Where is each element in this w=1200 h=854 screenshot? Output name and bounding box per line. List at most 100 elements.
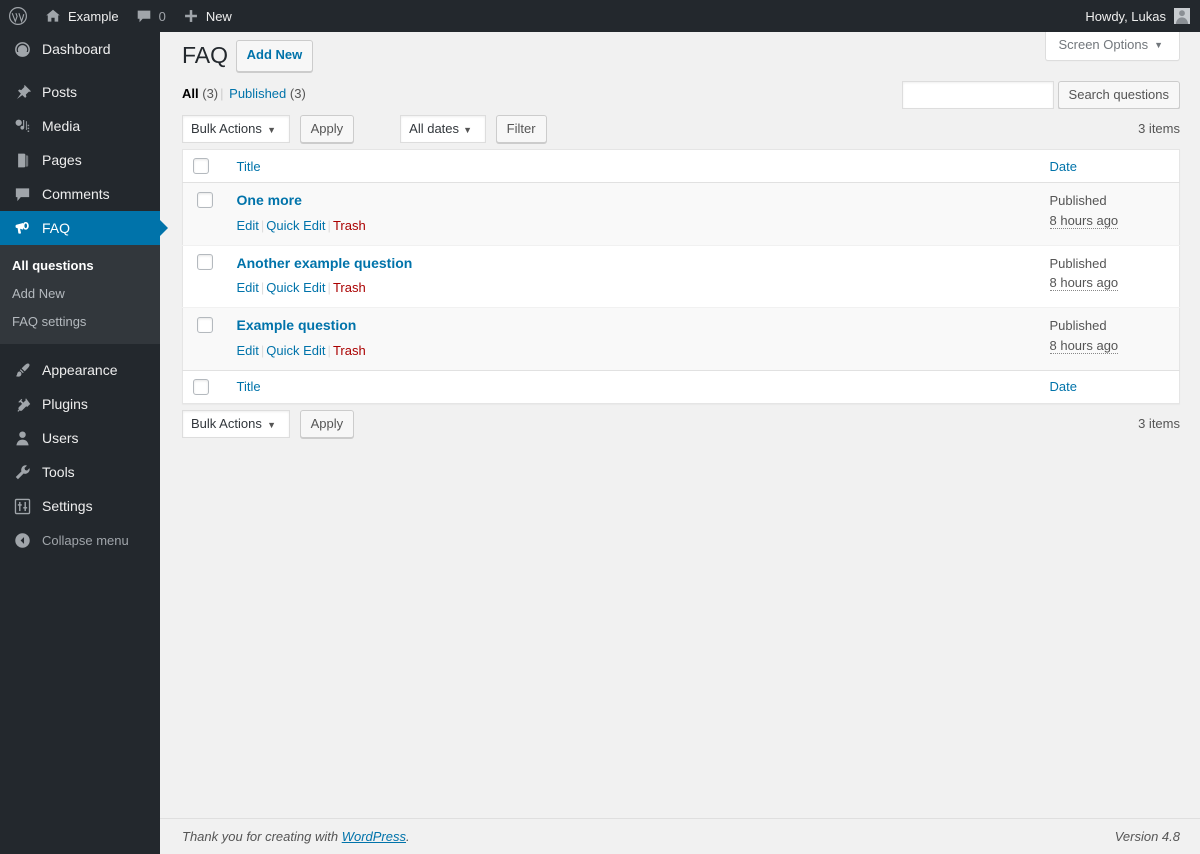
submenu-item-all-questions[interactable]: All questions xyxy=(0,252,160,280)
apply-button-bottom[interactable]: Apply xyxy=(299,410,355,439)
row-date-cell: Published 8 hours ago xyxy=(1039,244,1180,308)
sidebar-item-comments[interactable]: Comments xyxy=(0,177,160,211)
view-item-published: Published (3) xyxy=(229,86,306,101)
sidebar-item-label: Comments xyxy=(42,186,110,202)
search-submit-button[interactable]: Search questions xyxy=(1057,80,1180,109)
row-action-edit[interactable]: Edit xyxy=(237,218,259,233)
screen-meta-toggle: Screen Options ▼ xyxy=(1045,32,1180,61)
sidebar-item-posts[interactable]: Posts xyxy=(0,75,160,109)
table-foot: Title Date xyxy=(182,369,1180,404)
row-action-edit[interactable]: Edit xyxy=(237,343,259,358)
sidebar-item-settings[interactable]: Settings xyxy=(0,489,160,523)
footer-thankyou: Thank you for creating with WordPress. xyxy=(182,829,410,844)
view-link-all[interactable]: All xyxy=(182,86,199,101)
row-action-quick-edit[interactable]: Quick Edit xyxy=(266,280,325,295)
date-filter-select[interactable]: All dates ▼ xyxy=(400,114,487,143)
row-title-link[interactable]: One more xyxy=(237,192,302,208)
row-date: 8 hours ago xyxy=(1049,275,1119,292)
sidebar-item-appearance[interactable]: Appearance xyxy=(0,353,160,387)
sidebar-separator xyxy=(0,344,160,353)
row-checkbox[interactable] xyxy=(197,254,213,271)
pin-icon xyxy=(12,82,32,102)
row-title-cell: One more Edit | Quick Edit | Trash xyxy=(227,183,1040,245)
column-footer-title: Title xyxy=(226,369,1040,404)
page-title: FAQ xyxy=(182,42,229,68)
greeting-label: Howdy, Lukas xyxy=(1085,8,1166,24)
row-status: Published xyxy=(1049,318,1107,334)
sort-link-date-top[interactable]: Date xyxy=(1050,159,1077,174)
sort-link-title-bottom[interactable]: Title xyxy=(237,379,261,394)
my-account-menu[interactable]: Howdy, Lukas xyxy=(1085,8,1200,24)
sidebar-item-label: FAQ xyxy=(42,220,71,236)
bulk-actions-value-top: Bulk Actions xyxy=(182,114,290,143)
select-all-footer xyxy=(182,369,227,404)
submenu-item-add-new[interactable]: Add New xyxy=(0,280,160,308)
tablenav-bottom-actions: Bulk Actions ▼ Apply xyxy=(182,410,355,439)
filter-button[interactable]: Filter xyxy=(495,114,547,143)
sort-link-date-bottom[interactable]: Date xyxy=(1050,379,1077,394)
select-all-header xyxy=(182,149,227,184)
plus-icon xyxy=(182,7,200,25)
sidebar-item-label: Appearance xyxy=(42,362,118,378)
view-count-published: (3) xyxy=(289,85,306,101)
add-new-button[interactable]: Add New xyxy=(235,40,314,72)
sidebar-item-label: Pages xyxy=(42,152,82,168)
row-title-link[interactable]: Example question xyxy=(237,317,357,333)
view-count-all: (3) xyxy=(202,85,219,101)
row-title-cell: Another example question Edit | Quick Edit… xyxy=(226,244,1040,308)
wordpress-link[interactable]: WordPress xyxy=(342,829,406,844)
view-link-published[interactable]: Published xyxy=(229,86,286,101)
bulk-actions-select-bottom[interactable]: Bulk Actions ▼ xyxy=(182,410,290,439)
megaphone-icon xyxy=(12,218,32,238)
sidebar-item-label: Settings xyxy=(42,498,93,514)
collapse-menu-button[interactable]: Collapse menu xyxy=(0,523,160,557)
sidebar-item-media[interactable]: Media xyxy=(0,109,160,143)
tablenav-top: Bulk Actions ▼ Apply All dates ▼ Filter … xyxy=(182,114,1180,145)
item-count-bottom: 3 items xyxy=(1138,416,1180,432)
bulk-actions-select-top[interactable]: Bulk Actions ▼ xyxy=(182,114,290,143)
site-name-menu[interactable]: Example xyxy=(36,0,127,32)
submenu-item-faq-settings[interactable]: FAQ settings xyxy=(0,308,160,336)
row-action-trash[interactable]: Trash xyxy=(333,280,366,295)
wp-logo-menu[interactable] xyxy=(0,0,36,32)
comments-menu[interactable]: 0 xyxy=(127,0,174,32)
search-input[interactable] xyxy=(901,80,1054,109)
sort-link-title-top[interactable]: Title xyxy=(237,159,261,174)
row-actions: Edit | Quick Edit | Trash xyxy=(237,216,1030,237)
row-checkbox[interactable] xyxy=(197,191,213,208)
view-separator: | xyxy=(220,85,224,101)
main-content: Screen Options ▼ FAQ Add New All (3) | Pub… xyxy=(160,32,1200,854)
footer-thanks-suffix: . xyxy=(406,829,410,844)
sidebar-item-faq[interactable]: FAQ xyxy=(0,211,168,245)
row-action-trash[interactable]: Trash xyxy=(333,218,366,233)
apply-button-top[interactable]: Apply xyxy=(299,114,355,143)
new-content-menu[interactable]: New xyxy=(174,0,240,32)
wpbody: FAQ Add New All (3) | Published (3) Searc… xyxy=(160,32,1200,440)
table-header-row: Title Date xyxy=(182,149,1180,184)
row-checkbox[interactable] xyxy=(197,316,213,333)
table-body: One more Edit | Quick Edit | Trash Published… xyxy=(182,182,1180,371)
sidebar-item-pages[interactable]: Pages xyxy=(0,143,160,177)
row-action-quick-edit[interactable]: Quick Edit xyxy=(266,343,325,358)
sidebar-item-dashboard[interactable]: Dashboard xyxy=(0,32,160,66)
home-icon xyxy=(44,7,62,25)
sidebar-item-plugins[interactable]: Plugins xyxy=(0,387,160,421)
row-actions: Edit | Quick Edit | Trash xyxy=(237,341,1030,362)
select-all-checkbox-bottom[interactable] xyxy=(193,379,209,396)
row-title-link[interactable]: Another example question xyxy=(237,255,413,271)
screen-options-tab[interactable]: Screen Options ▼ xyxy=(1045,32,1180,61)
row-action-trash[interactable]: Trash xyxy=(333,343,366,358)
sliders-icon xyxy=(12,496,32,516)
column-footer-date: Date xyxy=(1039,369,1180,404)
sidebar-item-tools[interactable]: Tools xyxy=(0,455,160,489)
chevron-down-icon: ▼ xyxy=(1154,40,1163,50)
row-action-quick-edit[interactable]: Quick Edit xyxy=(266,218,325,233)
select-all-checkbox-top[interactable] xyxy=(193,158,209,175)
sidebar-item-users[interactable]: Users xyxy=(0,421,160,455)
row-status: Published xyxy=(1049,193,1107,209)
admin-footer: Thank you for creating with WordPress. V… xyxy=(160,818,1200,854)
media-icon xyxy=(12,116,32,136)
date-filter-value: All dates xyxy=(400,114,487,143)
faq-submenu: All questions Add New FAQ settings xyxy=(0,245,160,344)
row-action-edit[interactable]: Edit xyxy=(237,280,259,295)
